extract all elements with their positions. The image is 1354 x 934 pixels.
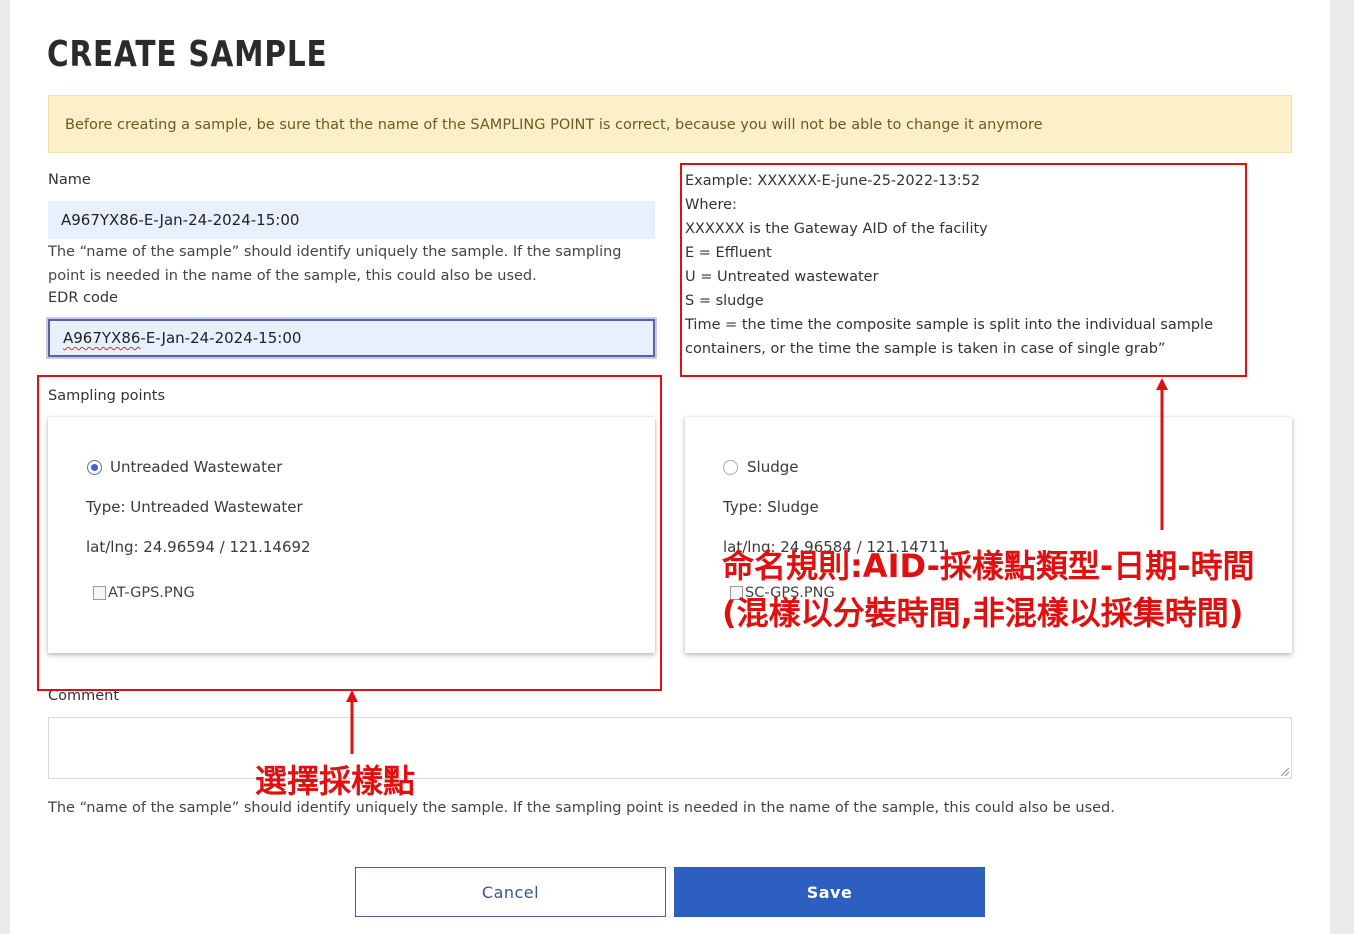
- page-title: CREATE SAMPLE: [47, 34, 328, 75]
- name-help-line-2: point is needed in the name of the sampl…: [48, 268, 537, 284]
- edr-code-value-prefix: A967YX86: [63, 329, 141, 347]
- annotation-naming-rule-line-1: 命名規則:AID-採樣點類型-日期-時間: [722, 547, 1255, 585]
- edr-code-label: EDR code: [48, 290, 118, 306]
- save-button[interactable]: Save: [674, 867, 985, 917]
- cancel-button[interactable]: Cancel: [355, 867, 666, 917]
- annotation-naming-rule-line-2: (混樣以分裝時間,非混樣以採集時間): [722, 594, 1244, 632]
- comment-textarea[interactable]: [48, 717, 1292, 779]
- resize-handle-icon[interactable]: [1281, 768, 1289, 776]
- annotation-box-naming-example: [680, 163, 1247, 377]
- sampling-point-name: Sludge: [747, 458, 799, 476]
- annotation-arrow-up-icon: [1156, 378, 1168, 530]
- edr-code-value-rest: -E-Jan-24-2024-15:00: [140, 329, 302, 347]
- bottom-help-text: The “name of the sample” should identify…: [48, 800, 1115, 816]
- warning-alert: Before creating a sample, be sure that t…: [48, 95, 1292, 153]
- annotation-arrow-up-icon: [346, 690, 358, 754]
- edr-code-input[interactable]: A967YX86 -E-Jan-24-2024-15:00: [46, 317, 657, 359]
- name-input[interactable]: A967YX86-E-Jan-24-2024-15:00: [48, 201, 655, 239]
- name-help-text: The “name of the sample” should identify…: [48, 240, 622, 288]
- name-input-value: A967YX86-E-Jan-24-2024-15:00: [61, 211, 300, 229]
- annotation-box-sampling-points: [37, 375, 662, 691]
- name-label: Name: [48, 172, 91, 188]
- name-help-line-1: The “name of the sample” should identify…: [48, 244, 622, 260]
- sampling-point-type: Type: Sludge: [723, 498, 819, 516]
- annotation-select-point: 選擇採樣點: [255, 762, 416, 800]
- radio-sludge[interactable]: [723, 460, 738, 475]
